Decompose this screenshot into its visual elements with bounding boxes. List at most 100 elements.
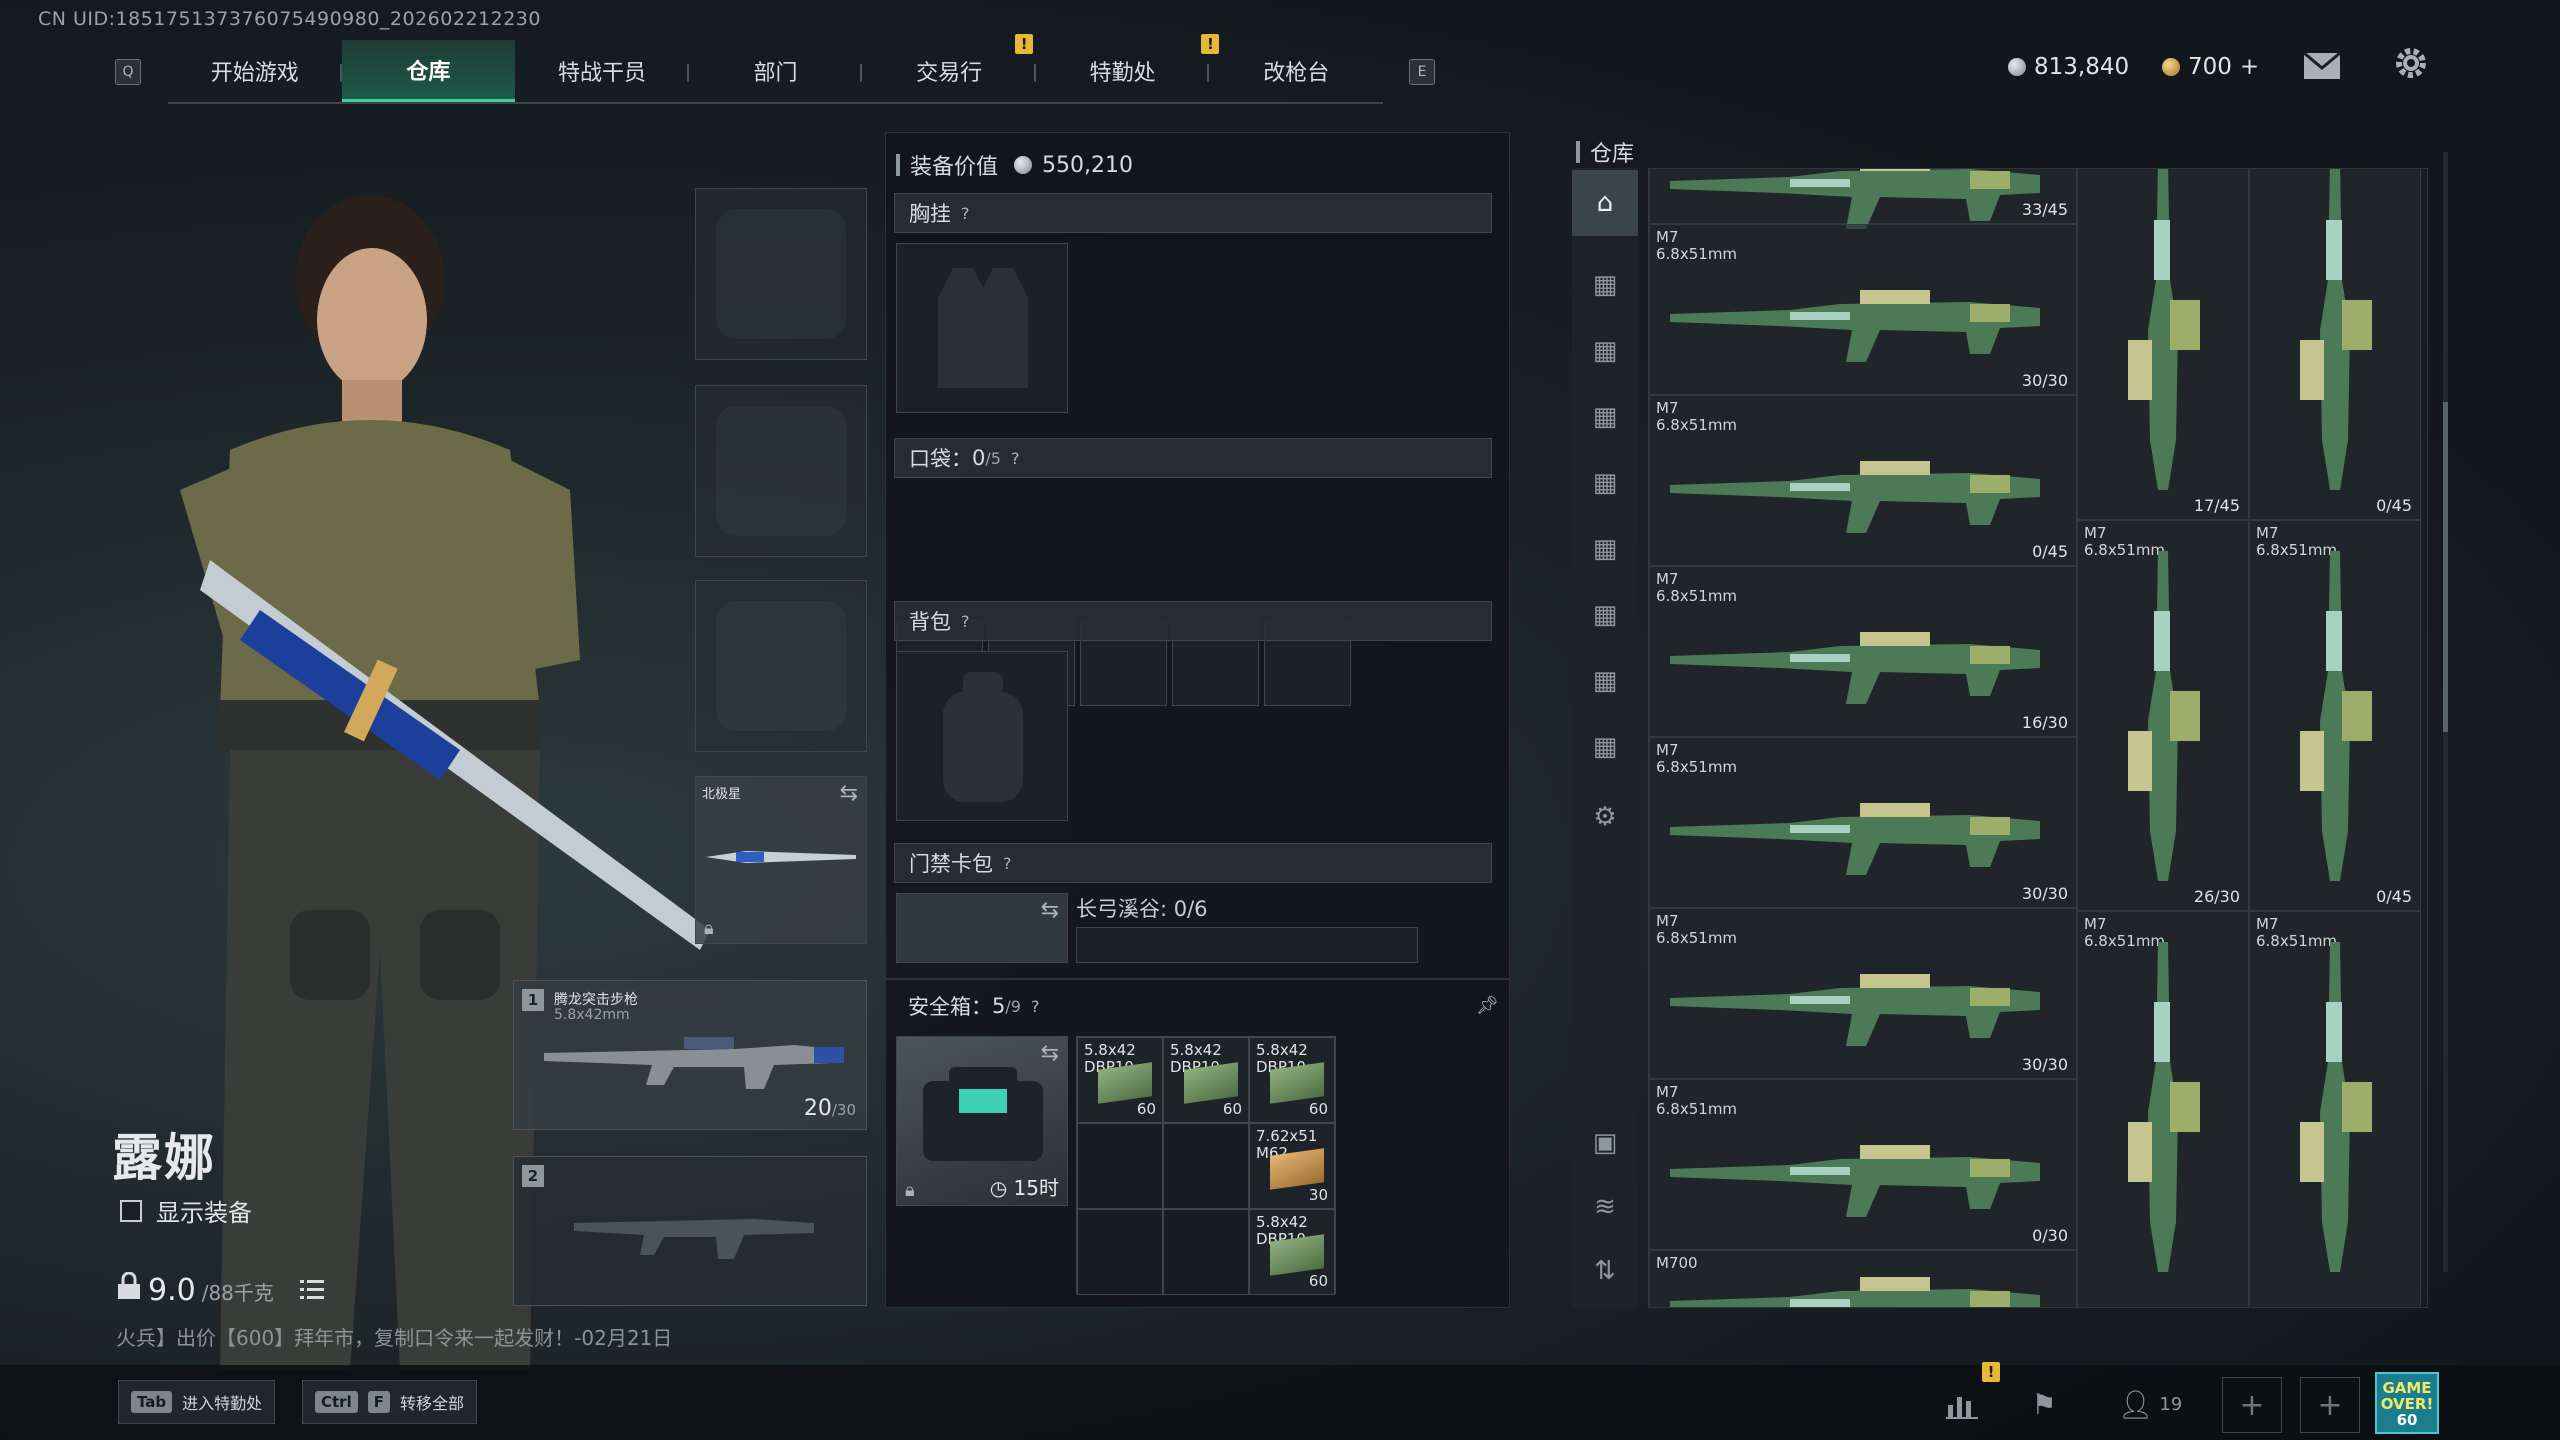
warehouse-item[interactable]: M700 — [1649, 1250, 2077, 1307]
category-2-icon[interactable]: ▦ — [1588, 334, 1622, 368]
warehouse-item[interactable]: M7 6.8x51mm 0/45 — [1649, 395, 2077, 566]
empty-grid-cell[interactable] — [1077, 1209, 1163, 1295]
ammo-box-item[interactable]: 7.62x51 M62 30 — [1249, 1123, 1335, 1209]
gear-icon[interactable]: ⚙ — [1588, 800, 1622, 834]
keycard-slot[interactable]: ⇆ — [896, 893, 1068, 963]
tab-trade[interactable]: 交易行 — [862, 40, 1036, 102]
empty-grid-cell[interactable] — [1077, 1123, 1163, 1209]
settings-gear-icon[interactable] — [2392, 44, 2430, 90]
chest-rig-slot[interactable] — [896, 243, 1068, 413]
help-icon[interactable]: ? — [1031, 997, 1040, 1016]
warehouse-item[interactable]: M7 6.8x51mm 26/30 — [2077, 520, 2249, 911]
game-over-badge[interactable]: GAME OVER! 60 — [2375, 1372, 2439, 1434]
ammo-box-item[interactable]: 5.8x42 DBP10 60 — [1249, 1037, 1335, 1123]
stats-chart-icon[interactable] — [1940, 1382, 1984, 1426]
armor-slot[interactable] — [695, 385, 867, 557]
primary-weapon-slot-2[interactable]: 2 — [513, 1156, 867, 1306]
game-over-label: GAME OVER! — [2380, 1379, 2434, 1413]
tab-label: 交易行 — [916, 61, 983, 86]
warehouse-item[interactable]: M7 6.8x51mm 0/45 — [2249, 520, 2421, 911]
ammo-box-item[interactable]: 5.8x42 DBP10 60 — [1163, 1037, 1249, 1123]
list-icon[interactable] — [299, 1278, 324, 1300]
rifle-icon — [1670, 787, 2050, 881]
warehouse-item[interactable]: M7 6.8x51mm 30/30 — [1649, 908, 2077, 1079]
category-7-icon[interactable]: ▦ — [1588, 664, 1622, 698]
category-3-icon[interactable]: ▦ — [1588, 400, 1622, 434]
key-f: F — [367, 1391, 390, 1413]
button-label: 转移全部 — [399, 1394, 464, 1413]
melee-slot[interactable]: 北极星 ⇆ 🔒︎ — [695, 776, 867, 944]
weight-lock-icon — [118, 1272, 140, 1299]
swap-icon[interactable]: ⇆ — [1041, 1041, 1059, 1066]
warehouse-scrollbar[interactable] — [2443, 152, 2448, 1272]
swap-icon[interactable]: ⇆ — [840, 781, 858, 806]
transfer-all-button[interactable]: Ctrl F 转移全部 — [302, 1380, 477, 1424]
checkbox[interactable] — [120, 1199, 142, 1222]
help-icon[interactable]: ? — [961, 204, 970, 223]
backpack-slot[interactable] — [896, 651, 1068, 821]
ammo-box-item[interactable]: 5.8x42 DBP10 60 — [1249, 1209, 1335, 1295]
pin-icon[interactable]: 📌︎ — [1476, 995, 1499, 1016]
add-squad-slot-button[interactable]: + — [2222, 1377, 2282, 1433]
show-equipment-toggle[interactable]: 显示装备 — [120, 1193, 252, 1228]
warehouse-item[interactable]: M7 6.8x51mm 16/30 — [1649, 566, 2077, 737]
primary-weapon-slot-1[interactable]: 1 腾龙突击步枪 5.8x42mm 20/30 — [513, 980, 867, 1130]
flag-icon[interactable]: ⚑ — [2022, 1382, 2066, 1426]
pistol-slot[interactable] — [695, 580, 867, 752]
friends-button[interactable]: 👤︎ 19 — [2110, 1382, 2190, 1426]
layers-icon[interactable]: ≋ — [1588, 1190, 1622, 1224]
warehouse-item[interactable]: 17/45 — [2077, 169, 2249, 520]
warehouse-item[interactable]: 0/45 — [2249, 169, 2421, 520]
category-1-icon[interactable]: ▦ — [1588, 268, 1622, 302]
rifle-icon — [1670, 1261, 2050, 1307]
item-durability: 30/30 — [2021, 371, 2068, 390]
all-items-icon[interactable]: ⌂ — [1572, 170, 1638, 236]
help-icon[interactable]: ? — [1003, 854, 1012, 873]
tab-operators[interactable]: 特战干员! — [515, 34, 1034, 102]
tab-start-game[interactable]: 开始游戏 — [168, 40, 342, 102]
ammo-count: 60 — [1308, 1272, 1328, 1290]
keycard-cards-row[interactable] — [1076, 927, 1418, 963]
mail-icon[interactable] — [2303, 50, 2341, 88]
sort-icon[interactable]: ⇅ — [1588, 1254, 1622, 1288]
backpack-header: 背包 ? — [894, 601, 1492, 641]
tab-label: 部门 — [753, 61, 798, 86]
scroll-thumb[interactable] — [2443, 402, 2448, 732]
rifle-icon — [2118, 551, 2208, 885]
item-durability: 17/45 — [2193, 496, 2240, 515]
warehouse-item[interactable]: M7 6.8x51mm 30/30 — [1649, 224, 2077, 395]
tab-gunsmith[interactable]: 改枪台 — [1209, 40, 1383, 102]
currency-gold[interactable]: 700 + — [2162, 54, 2259, 80]
tab-warehouse[interactable]: 仓库 — [341, 40, 516, 102]
ammo-box-item[interactable]: 5.8x42 DBP10 60 — [1077, 1037, 1163, 1123]
warehouse-item[interactable]: 33/45 — [1649, 169, 2077, 229]
swap-icon[interactable]: ⇆ — [1041, 898, 1059, 923]
tab-label: 仓库 — [406, 59, 451, 85]
gold-plus-button[interactable]: + — [2240, 54, 2259, 80]
backpack-label: 背包 — [909, 610, 951, 634]
warehouse-item[interactable]: M7 6.8x51mm 30/30 — [1649, 737, 2077, 908]
empty-grid-cell[interactable] — [1163, 1123, 1249, 1209]
item-durability: 30/30 — [2021, 884, 2068, 903]
warehouse-item[interactable]: M7 6.8x51mm 0/30 — [1649, 1079, 2077, 1250]
warehouse-item[interactable]: M7 6.8x51mm — [2249, 911, 2421, 1307]
category-5-icon[interactable]: ▦ — [1588, 532, 1622, 566]
help-icon[interactable]: ? — [1011, 449, 1020, 468]
tab-special-service[interactable]: 特勤处! — [1036, 34, 1220, 102]
item-durability: 0/45 — [2376, 887, 2412, 906]
key-hint-q: Q — [115, 59, 141, 85]
add-squad-slot-button[interactable]: + — [2300, 1377, 2360, 1433]
help-icon[interactable]: ? — [961, 612, 970, 631]
currency-silver[interactable]: 813,840 — [2008, 54, 2129, 80]
tab-label: 改枪台 — [1263, 61, 1330, 86]
category-8-icon[interactable]: ▦ — [1588, 730, 1622, 764]
empty-grid-cell[interactable] — [1163, 1209, 1249, 1295]
helmet-slot[interactable] — [695, 188, 867, 360]
warehouse-item[interactable]: M7 6.8x51mm — [2077, 911, 2249, 1307]
enter-special-service-button[interactable]: Tab 进入特勤处 — [118, 1380, 276, 1424]
container-icon[interactable]: ▣ — [1588, 1126, 1622, 1160]
category-6-icon[interactable]: ▦ — [1588, 598, 1622, 632]
category-4-icon[interactable]: ▦ — [1588, 466, 1622, 500]
tab-department[interactable]: 部门 — [689, 40, 863, 102]
safebox-slot[interactable]: ⇆ 🔒︎ ◷ 15时 — [896, 1036, 1068, 1206]
